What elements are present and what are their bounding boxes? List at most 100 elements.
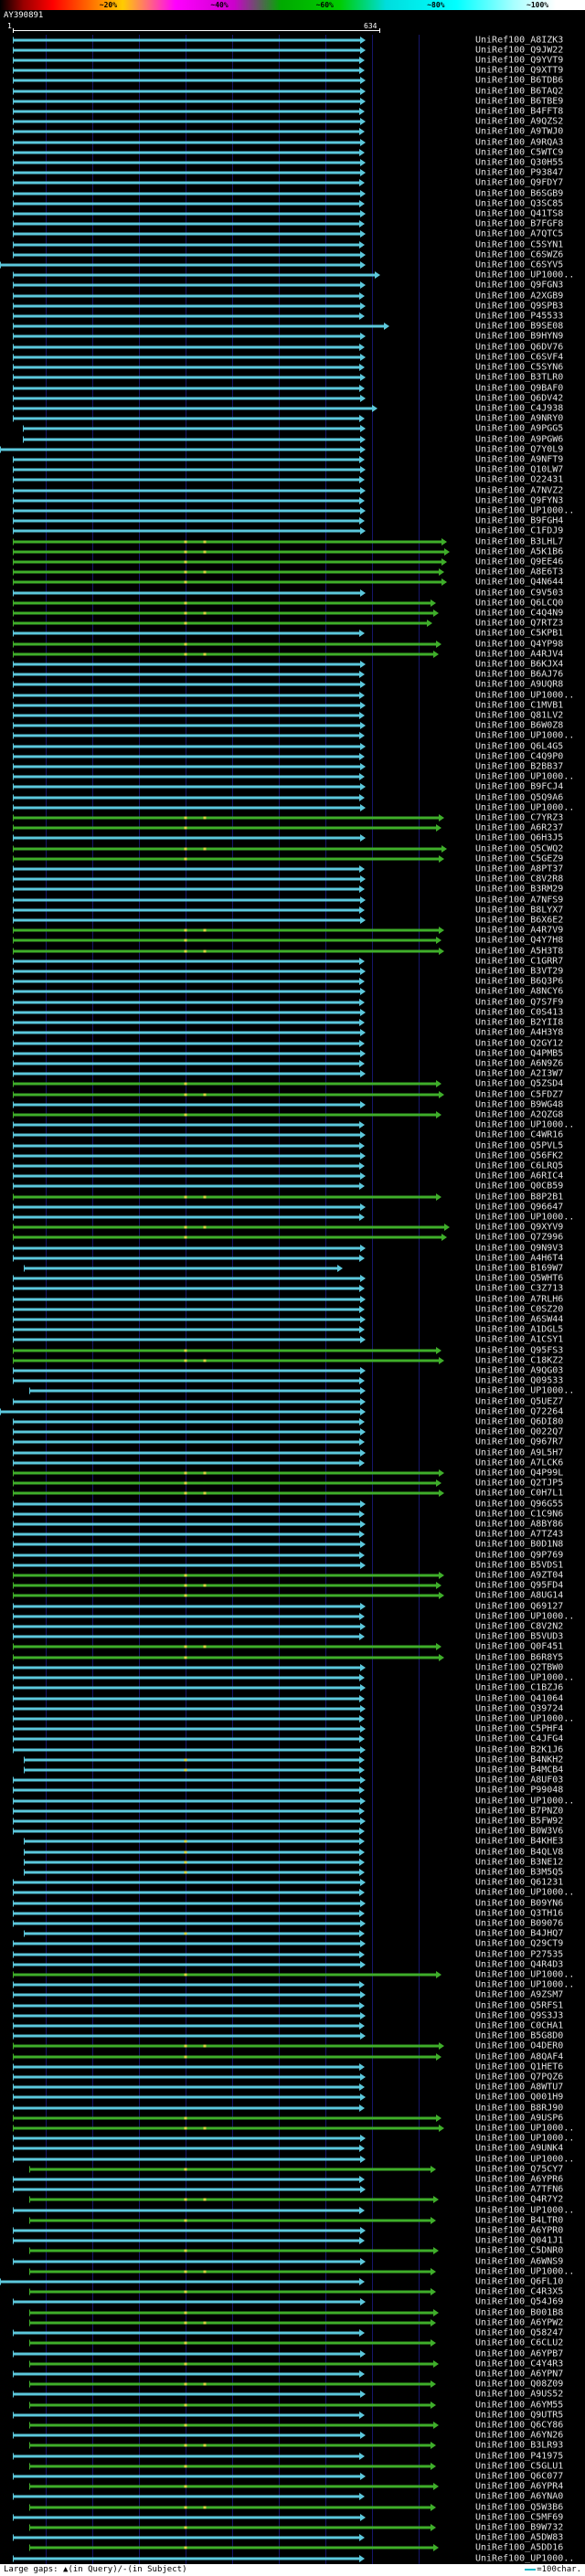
hit-row[interactable]: UniRef100_A1CSY1 [0, 1335, 585, 1345]
hit-bar[interactable] [13, 2053, 436, 2061]
hit-label[interactable]: UniRef100_B4NKH2 [475, 1754, 563, 1765]
hit-row[interactable]: UniRef100_Q0CB59 [0, 1182, 585, 1192]
hit-row[interactable]: UniRef100_Q4P99L [0, 1468, 585, 1479]
hit-label[interactable]: UniRef100_Q9JW22 [475, 45, 563, 55]
hit-label[interactable]: UniRef100_B6KJX4 [475, 659, 563, 669]
hit-label[interactable]: UniRef100_B4LTR0 [475, 2215, 563, 2225]
hit-row[interactable]: UniRef100_Q41TS8 [0, 208, 585, 219]
hit-label[interactable]: UniRef100_A7NFS9 [475, 895, 563, 905]
hit-row[interactable]: UniRef100_B7PNZ0 [0, 1806, 585, 1816]
hit-bar[interactable] [13, 1469, 440, 1477]
hit-bar[interactable] [13, 47, 361, 54]
hit-row[interactable]: UniRef100_B9HYN9 [0, 332, 585, 342]
hit-row[interactable]: UniRef100_A9NRY0 [0, 414, 585, 424]
hit-label[interactable]: UniRef100_B5FW92 [475, 1816, 563, 1826]
hit-label[interactable]: UniRef100_UP1000.. [475, 772, 574, 782]
hit-label[interactable]: UniRef100_A9QG03 [475, 1366, 563, 1376]
hit-label[interactable]: UniRef100_C5FDZ7 [475, 1089, 563, 1099]
hit-label[interactable]: UniRef100_A8BY86 [475, 1520, 563, 1530]
hit-row[interactable]: UniRef100_A8QAF4 [0, 2051, 585, 2062]
hit-label[interactable]: UniRef100_Q41TS8 [475, 209, 563, 219]
hit-row[interactable]: UniRef100_UP1000.. [0, 690, 585, 700]
hit-bar[interactable] [13, 2207, 360, 2214]
hit-bar[interactable] [13, 2073, 361, 2081]
hit-bar[interactable] [13, 1623, 361, 1630]
hit-row[interactable]: UniRef100_B09YN6 [0, 1898, 585, 1908]
hit-label[interactable]: UniRef100_A6YPR6 [475, 2175, 563, 2185]
hit-bar[interactable] [13, 651, 433, 658]
hit-row[interactable]: UniRef100_Q5Q9A6 [0, 792, 585, 802]
hit-row[interactable]: UniRef100_O22431 [0, 475, 585, 485]
hit-label[interactable]: UniRef100_Q6L4G5 [475, 741, 563, 751]
hit-label[interactable]: UniRef100_B9FGH4 [475, 516, 563, 526]
hit-bar[interactable] [13, 1511, 360, 1518]
hit-label[interactable]: UniRef100_UP1000.. [475, 2205, 574, 2215]
hit-label[interactable]: UniRef100_Q72264 [475, 1406, 563, 1416]
hit-bar[interactable] [13, 1807, 360, 1815]
hit-label[interactable]: UniRef100_Q6H3J5 [475, 833, 563, 843]
hit-label[interactable]: UniRef100_UP1000.. [475, 731, 574, 741]
hit-bar[interactable] [13, 804, 361, 811]
hit-row[interactable]: UniRef100_Q9S3J3 [0, 2010, 585, 2020]
hit-row[interactable]: UniRef100_Q2TBW0 [0, 1662, 585, 1672]
hit-bar[interactable] [13, 476, 360, 483]
hit-label[interactable]: UniRef100_A9L5H7 [475, 1447, 563, 1458]
hit-row[interactable]: UniRef100_C5WTC9 [0, 147, 585, 157]
hit-row[interactable]: UniRef100_B09076 [0, 1918, 585, 1928]
hit-bar[interactable] [13, 578, 442, 586]
hit-label[interactable]: UniRef100_Q39724 [475, 1703, 563, 1713]
hit-row[interactable]: UniRef100_C4Q9P0 [0, 751, 585, 761]
hit-bar[interactable] [13, 128, 360, 135]
hit-label[interactable]: UniRef100_A6YPN7 [475, 2369, 563, 2379]
hit-row[interactable]: UniRef100_C0CHA1 [0, 2020, 585, 2031]
hit-row[interactable]: UniRef100_B9FCJ4 [0, 782, 585, 792]
hit-label[interactable]: UniRef100_C18KZ2 [475, 1355, 563, 1365]
hit-label[interactable]: UniRef100_UP1000.. [475, 1713, 574, 1723]
hit-label[interactable]: UniRef100_Q7PQZ6 [475, 2072, 563, 2083]
hit-row[interactable]: UniRef100_A6YNA0 [0, 2492, 585, 2502]
hit-row[interactable]: UniRef100_A6YPW2 [0, 2317, 585, 2327]
hit-label[interactable]: UniRef100_Q0F451 [475, 1642, 563, 1652]
hit-label[interactable]: UniRef100_Q9FGN3 [475, 281, 563, 291]
hit-bar[interactable] [13, 568, 440, 576]
hit-label[interactable]: UniRef100_Q95FD4 [475, 1581, 563, 1591]
hit-label[interactable]: UniRef100_B6X6E2 [475, 916, 563, 926]
hit-row[interactable]: UniRef100_Q4N644 [0, 578, 585, 588]
hit-row[interactable]: UniRef100_A9L5H7 [0, 1447, 585, 1458]
hit-row[interactable]: UniRef100_A9US52 [0, 2390, 585, 2400]
hit-row[interactable]: UniRef100_C1FDJ9 [0, 526, 585, 536]
hit-bar[interactable] [13, 988, 361, 995]
hit-row[interactable]: UniRef100_A2I3W7 [0, 1069, 585, 1079]
hit-label[interactable]: UniRef100_A8UF03 [475, 1776, 563, 1786]
hit-row[interactable]: UniRef100_Q30H55 [0, 157, 585, 168]
hit-bar[interactable] [13, 1296, 361, 1303]
hit-row[interactable]: UniRef100_UP1000.. [0, 772, 585, 782]
hit-row[interactable]: UniRef100_C5PHF4 [0, 1724, 585, 1734]
hit-row[interactable]: UniRef100_A6WNS9 [0, 2256, 585, 2266]
hit-row[interactable]: UniRef100_C4J938 [0, 403, 585, 413]
hit-label[interactable]: UniRef100_B5VDS1 [475, 1560, 563, 1570]
hit-bar[interactable] [13, 2370, 360, 2378]
hit-row[interactable]: UniRef100_P99048 [0, 1786, 585, 1796]
hit-row[interactable]: UniRef100_UP1000.. [0, 2154, 585, 2164]
hit-label[interactable]: UniRef100_B4JHQ7 [475, 1929, 563, 1939]
hit-label[interactable]: UniRef100_A6YPR4 [475, 2482, 563, 2492]
hit-row[interactable]: UniRef100_C4JFG4 [0, 1734, 585, 1744]
hit-bar[interactable] [24, 1766, 360, 1774]
hit-bar[interactable] [13, 1489, 440, 1497]
hit-bar[interactable] [13, 1521, 361, 1528]
hit-label[interactable]: UniRef100_B09076 [475, 1918, 563, 1928]
hit-row[interactable]: UniRef100_Q9FDY7 [0, 178, 585, 188]
hit-row[interactable]: UniRef100_B0D1N8 [0, 1540, 585, 1550]
hit-label[interactable]: UniRef100_C1BZJ6 [475, 1683, 563, 1693]
hit-label[interactable]: UniRef100_C4J938 [475, 403, 563, 413]
hit-bar[interactable] [13, 395, 361, 402]
hit-row[interactable]: UniRef100_B6KJX4 [0, 659, 585, 669]
hit-row[interactable]: UniRef100_UP1000.. [0, 2553, 585, 2563]
hit-row[interactable]: UniRef100_UP1000.. [0, 1980, 585, 1990]
hit-row[interactable]: UniRef100_B4JHQ7 [0, 1929, 585, 1939]
hit-row[interactable]: UniRef100_UP1000.. [0, 1673, 585, 1683]
hit-label[interactable]: UniRef100_Q9XYV9 [475, 1223, 563, 1233]
hit-bar[interactable] [13, 783, 361, 790]
hit-row[interactable]: UniRef100_B5VUD3 [0, 1632, 585, 1642]
